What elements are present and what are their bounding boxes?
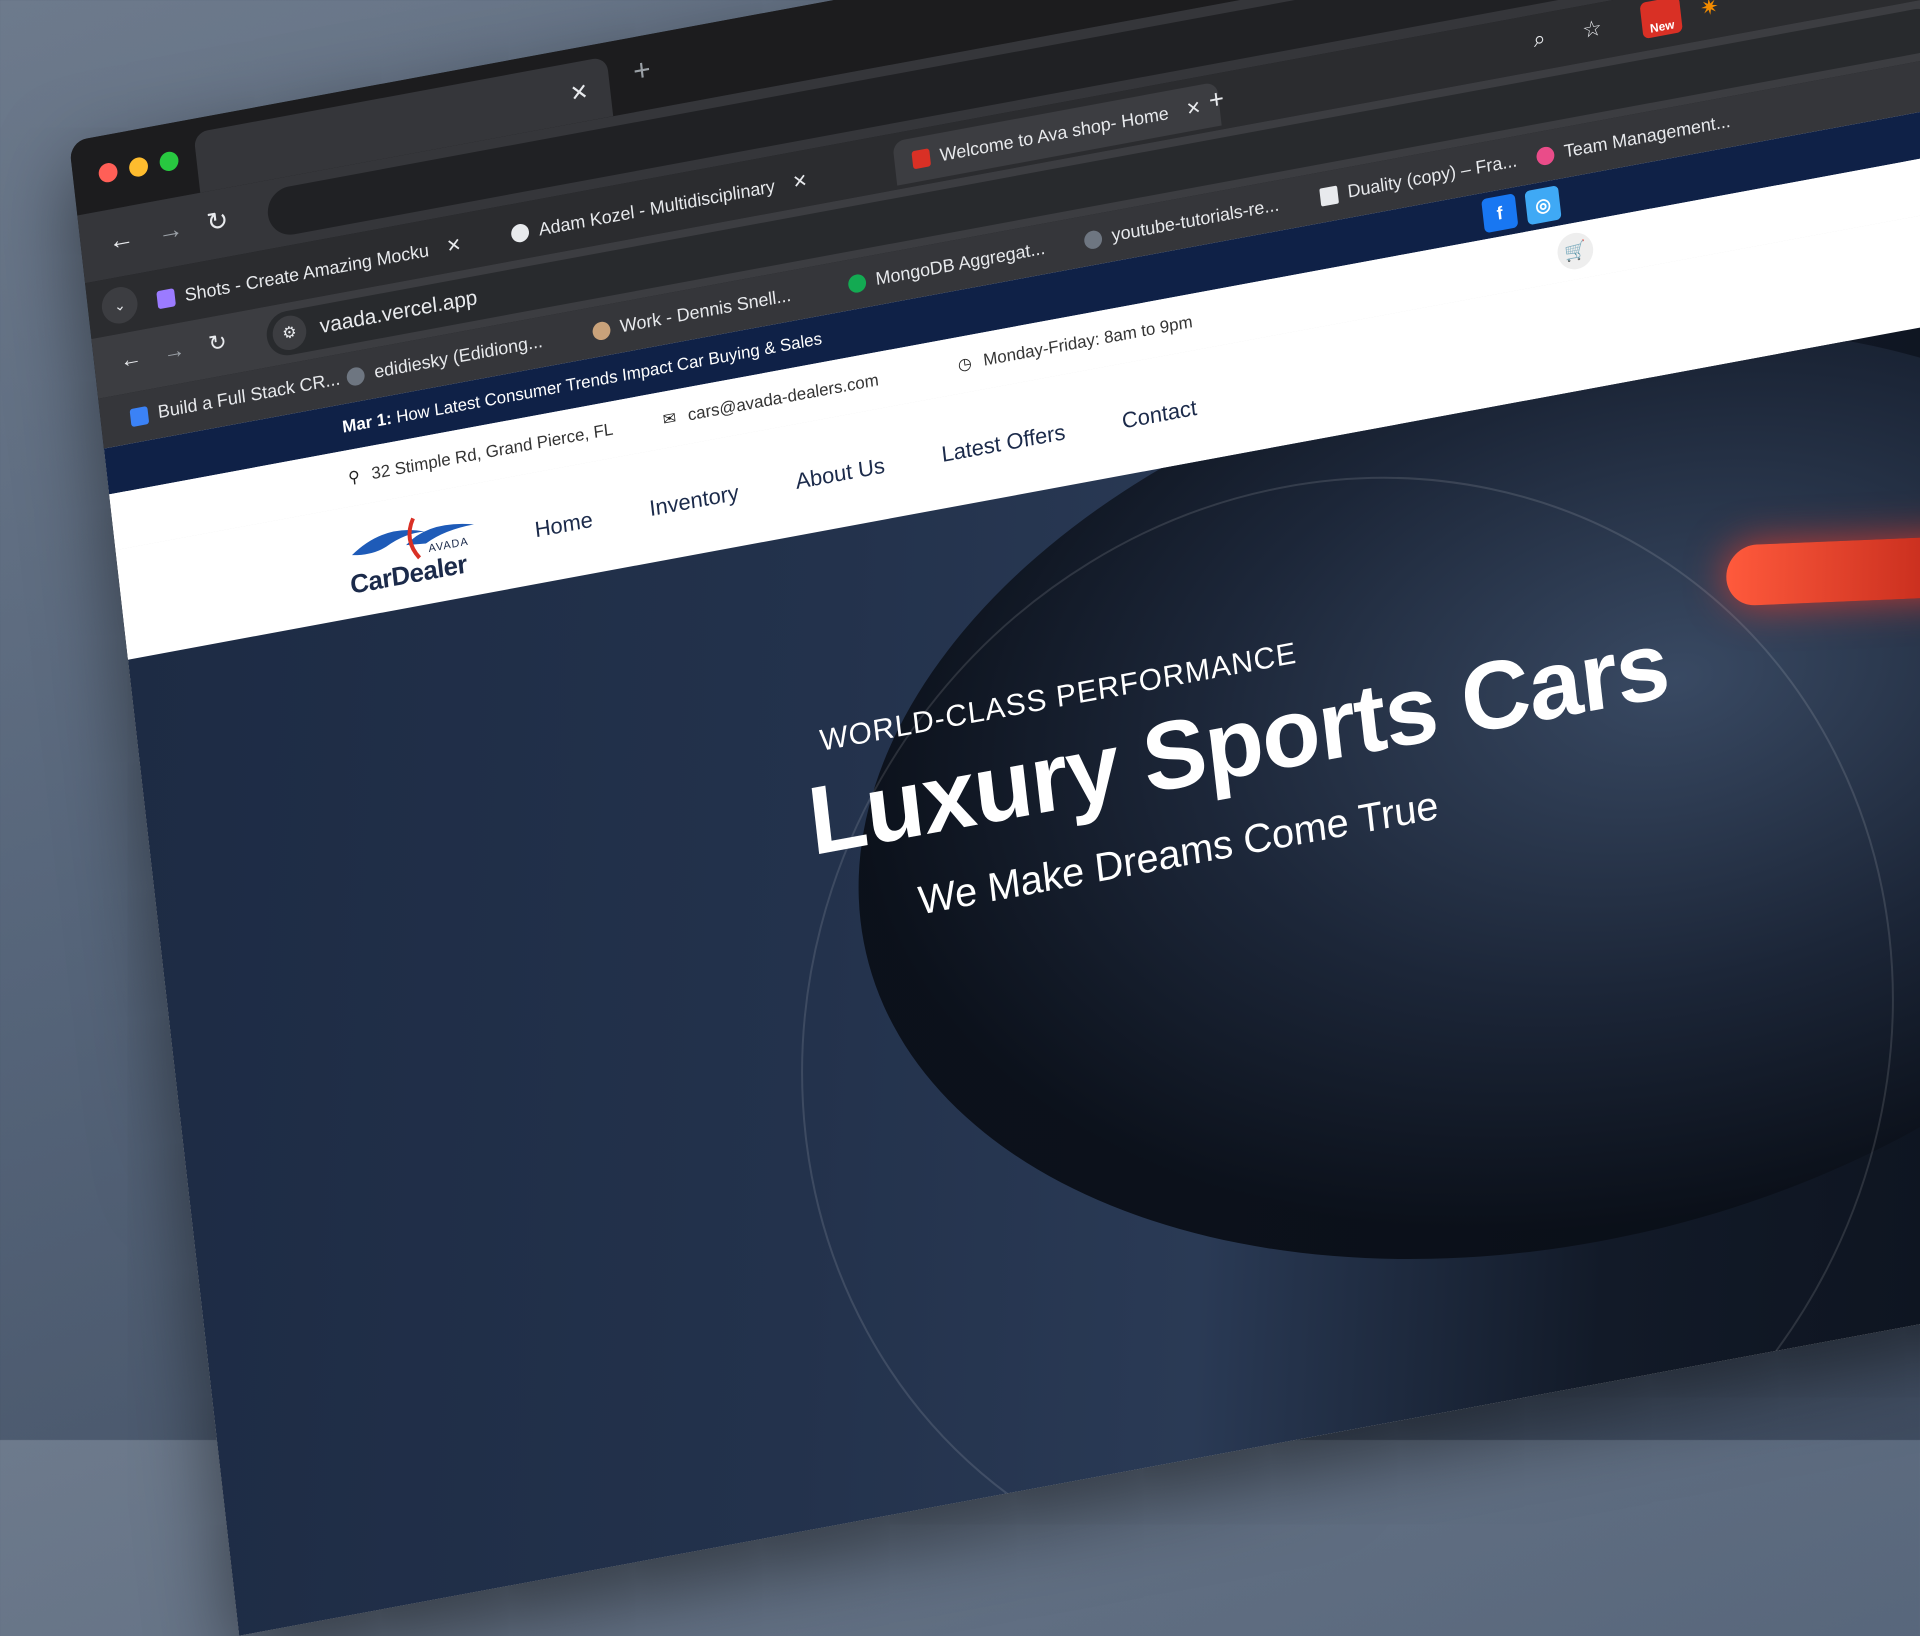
nav-about-us[interactable]: About Us bbox=[794, 453, 886, 495]
nav-latest-offers[interactable]: Latest Offers bbox=[940, 419, 1066, 468]
framer-icon bbox=[1319, 184, 1339, 207]
facebook-icon[interactable]: f bbox=[1481, 193, 1519, 234]
car-favicon-icon bbox=[911, 148, 932, 170]
forward-arrow-icon[interactable]: → bbox=[156, 212, 185, 248]
chevron-down-icon[interactable]: ⌄ bbox=[99, 284, 140, 327]
github-icon bbox=[345, 365, 366, 387]
link-favicon-icon bbox=[510, 222, 530, 244]
browser-window: ✕ + ← → ↻ ⌄ Shots - Create Amazing Mocku… bbox=[68, 0, 1920, 1636]
back-arrow-icon[interactable]: ← bbox=[107, 222, 136, 258]
close-icon[interactable]: ✕ bbox=[791, 169, 808, 193]
dribbble-icon bbox=[1535, 144, 1556, 167]
close-icon[interactable]: ✕ bbox=[1185, 96, 1202, 120]
diamond-icon bbox=[129, 405, 150, 427]
clock-icon: ◷ bbox=[956, 355, 973, 375]
reload-icon[interactable]: ↻ bbox=[207, 328, 228, 357]
avatar-icon bbox=[591, 319, 612, 342]
close-icon[interactable]: ✕ bbox=[569, 78, 590, 107]
maximize-window-button[interactable] bbox=[158, 150, 180, 173]
github-icon bbox=[1083, 228, 1103, 250]
map-pin-icon: ⚲ bbox=[347, 468, 361, 488]
close-icon[interactable]: ✕ bbox=[445, 234, 462, 258]
zoom-icon[interactable]: ⌕ bbox=[1532, 25, 1547, 53]
site-logo[interactable]: AVADA CarDealer bbox=[344, 501, 491, 606]
nav-inventory[interactable]: Inventory bbox=[648, 480, 740, 522]
close-window-button[interactable] bbox=[97, 161, 119, 184]
sparkle-icon[interactable]: ✷ bbox=[1699, 0, 1720, 22]
back-arrow-icon[interactable]: ← bbox=[119, 344, 144, 374]
envelope-icon: ✉ bbox=[661, 409, 678, 430]
shots-favicon-icon bbox=[156, 288, 177, 310]
new-tab-button[interactable]: + bbox=[631, 53, 652, 90]
car-taillight bbox=[1725, 533, 1920, 607]
star-icon[interactable]: ☆ bbox=[1581, 15, 1603, 44]
extension-new-badge[interactable]: New bbox=[1639, 0, 1683, 40]
news-date: Mar 1: bbox=[341, 408, 393, 437]
site-settings-icon[interactable]: ⚙ bbox=[270, 312, 309, 353]
minimize-window-button[interactable] bbox=[128, 155, 149, 179]
new-tab-button[interactable]: + bbox=[1207, 83, 1225, 117]
perspective-stage: ✕ + ← → ↻ ⌄ Shots - Create Amazing Mocku… bbox=[68, 0, 1920, 1636]
leaf-icon bbox=[847, 272, 867, 294]
window-controls bbox=[97, 150, 180, 184]
reload-icon[interactable]: ↻ bbox=[205, 204, 230, 239]
nav-home[interactable]: Home bbox=[533, 507, 594, 544]
instagram-icon[interactable]: ◎ bbox=[1524, 185, 1562, 226]
forward-arrow-icon[interactable]: → bbox=[162, 336, 187, 366]
cart-icon[interactable]: 🛒 bbox=[1555, 229, 1596, 273]
url-text[interactable]: vaada.vercel.app bbox=[319, 286, 479, 339]
nav-contact[interactable]: Contact bbox=[1121, 395, 1199, 435]
